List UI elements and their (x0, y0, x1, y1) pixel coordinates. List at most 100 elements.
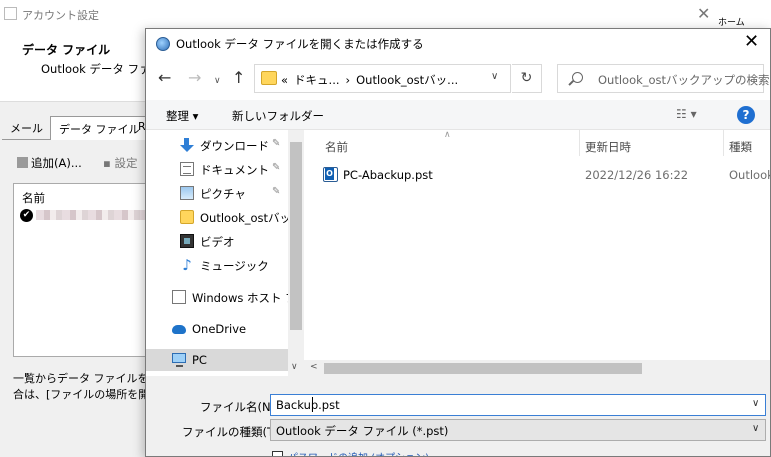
open-create-pst-dialog: Outlook データ ファイルを開くまたは作成する ✕ ← → ∨ ↑ « ドキ… (145, 28, 771, 457)
column-header-modified[interactable]: 更新日時 (585, 139, 631, 155)
navigation-row: ← → ∨ ↑ « ドキュ... › Outlook_ostバッ... ∨ ↻ Out… (146, 62, 770, 96)
filetype-select[interactable]: Outlook データ ファイル (*.pst) (270, 419, 766, 441)
data-files-subheading: Outlook データ ファイ (41, 62, 163, 76)
address-bar[interactable]: « ドキュ... › Outlook_ostバッ... ∨ (254, 64, 511, 93)
data-file-list-header: 名前 (22, 191, 45, 205)
horizontal-scrollbar[interactable]: < (304, 360, 770, 376)
add-password-checkbox[interactable] (272, 451, 283, 456)
change-view-icon[interactable]: ☷ ▾ (676, 107, 697, 121)
add-password-label[interactable]: パスワードの追加 (オプション) (288, 449, 429, 456)
data-file-list[interactable]: 名前 ✔ (13, 183, 150, 357)
folder-icon (261, 71, 277, 85)
navigation-pane: ダウンロード ✎ ドキュメント ✎ ピクチャ ✎ Outlook_ostバック … (146, 130, 304, 376)
navigation-scrollbar-thumb[interactable] (290, 142, 302, 330)
data-file-note-line1: 一覧からデータ ファイルを選 (13, 372, 160, 385)
column-header-type[interactable]: 種類 (729, 139, 752, 155)
dialog-close-button[interactable]: ✕ (744, 32, 759, 52)
filename-input[interactable]: Backup.pst (270, 394, 766, 416)
breadcrumb-overflow[interactable]: « (281, 73, 288, 87)
filename-label: ファイル名(N): (200, 400, 279, 414)
sidebar-item-label: OneDrive (192, 322, 247, 336)
column-header-name[interactable]: 名前 (325, 139, 348, 155)
outlook-globe-icon (156, 37, 170, 51)
account-settings-titlebar (0, 0, 771, 28)
scroll-down-icon[interactable]: ∨ (291, 362, 298, 372)
sidebar-item-label: ドキュメント (200, 163, 269, 177)
account-settings-title: アカウント設定 (22, 9, 99, 22)
sidebar-item-label: ビデオ (200, 235, 235, 249)
up-arrow-icon[interactable]: ↑ (232, 70, 245, 86)
add-data-file-button[interactable]: 追加(A)... (17, 155, 82, 171)
video-icon (180, 234, 194, 248)
redacted-account-name[interactable] (36, 210, 146, 220)
sidebar-item-windows-host[interactable]: Windows ホスト プロ (146, 286, 288, 308)
search-icon (572, 72, 583, 83)
sidebar-item-downloads[interactable]: ダウンロード ✎ (146, 134, 288, 156)
breadcrumb-item-documents[interactable]: ドキュ... (294, 73, 339, 87)
sidebar-item-onedrive[interactable]: OneDrive (146, 318, 288, 340)
recent-locations-chevron-icon[interactable]: ∨ (214, 73, 221, 89)
sidebar-item-pictures[interactable]: ピクチャ ✎ (146, 182, 288, 204)
settings-icon: ▪ (103, 156, 115, 170)
sidebar-item-label: ミュージック (200, 259, 269, 273)
download-icon (180, 138, 194, 152)
filetype-dropdown-chevron-icon[interactable]: ∨ (752, 423, 759, 434)
data-file-note-line2: 合は、[ファイルの場所を開く (13, 388, 161, 401)
pin-icon: ✎ (272, 138, 281, 149)
forward-arrow-icon[interactable]: → (188, 70, 201, 86)
file-name: PC-Abackup.pst (343, 168, 433, 182)
organize-button[interactable]: 整理 ▾ (166, 108, 198, 124)
filename-dropdown-chevron-icon[interactable]: ∨ (752, 398, 759, 409)
file-form-area: ファイル名(N): Backup.pst ∨ ファイルの種類(T): Outlo… (146, 376, 770, 456)
tab-mail[interactable]: メール (2, 116, 51, 140)
account-settings-app-icon (4, 7, 17, 20)
sidebar-item-outlook-ost-backup[interactable]: Outlook_ostバック (146, 206, 288, 228)
dialog-titlebar: Outlook データ ファイルを開くまたは作成する ✕ (146, 29, 770, 59)
sidebar-item-pc[interactable]: PC (146, 349, 288, 371)
back-arrow-icon[interactable]: ← (158, 70, 171, 86)
dialog-toolbar: 整理 ▾ 新しいフォルダー ☷ ▾ ? (146, 100, 770, 130)
sidebar-item-videos[interactable]: ビデオ (146, 230, 288, 252)
breadcrumb: « ドキュ... › Outlook_ostバッ... (281, 72, 464, 88)
music-icon: ♪ (182, 256, 192, 274)
host-icon (172, 290, 186, 304)
document-icon (180, 162, 194, 176)
search-input[interactable]: Outlook_ostバックアップの検索 (557, 64, 770, 93)
sidebar-item-documents[interactable]: ドキュメント ✎ (146, 158, 288, 180)
new-folder-button[interactable]: 新しいフォルダー (232, 108, 324, 124)
data-file-settings-button[interactable]: ▪ 設定 (103, 155, 137, 171)
breadcrumb-separator-icon[interactable]: › (346, 73, 351, 87)
file-row[interactable]: PC-Abackup.pst 2022/12/26 16:22 Outlook (304, 163, 770, 185)
navigation-scrollbar[interactable]: ∨ (288, 130, 304, 376)
folder-icon (180, 210, 194, 224)
scroll-left-icon[interactable]: < (310, 362, 318, 372)
sidebar-item-label: Outlook_ostバック (200, 211, 288, 225)
file-modified-date: 2022/12/26 16:22 (585, 168, 689, 182)
help-icon[interactable]: ? (737, 106, 755, 124)
address-dropdown-chevron-icon[interactable]: ∨ (491, 71, 498, 82)
data-files-heading: データ ファイル (22, 43, 111, 57)
add-data-file-label: 追加(A)... (31, 156, 82, 170)
breadcrumb-item-outlook-ost[interactable]: Outlook_ostバッ... (356, 73, 458, 87)
sidebar-item-music[interactable]: ♪ ミュージック (146, 254, 288, 276)
account-settings-close-icon[interactable]: ✕ (697, 4, 710, 23)
account-settings-tabs: メール データ ファイル R (0, 116, 150, 140)
horizontal-scrollbar-thumb[interactable] (324, 363, 642, 374)
pin-icon: ✎ (272, 162, 281, 173)
column-divider[interactable] (579, 130, 580, 156)
default-check-icon: ✔ (20, 209, 33, 222)
text-caret (312, 397, 313, 412)
refresh-button[interactable]: ↻ (512, 64, 542, 93)
sort-ascending-icon: ∧ (444, 130, 451, 140)
outlook-pst-file-icon (323, 167, 338, 182)
onedrive-icon (172, 325, 186, 334)
filetype-label: ファイルの種類(T): (182, 425, 283, 439)
search-placeholder: Outlook_ostバックアップの検索 (598, 73, 770, 87)
file-list-pane: ∧ 名前 更新日時 種類 PC-Abackup.pst 2022/12/26 1… (304, 130, 770, 376)
column-divider[interactable] (723, 130, 724, 156)
sidebar-item-label: ピクチャ (200, 187, 246, 201)
home-tab-fragment: ホーム (718, 18, 745, 28)
sidebar-item-label: ダウンロード (200, 139, 269, 153)
sidebar-item-label: Windows ホスト プロ (192, 291, 288, 305)
pin-icon: ✎ (272, 186, 281, 197)
